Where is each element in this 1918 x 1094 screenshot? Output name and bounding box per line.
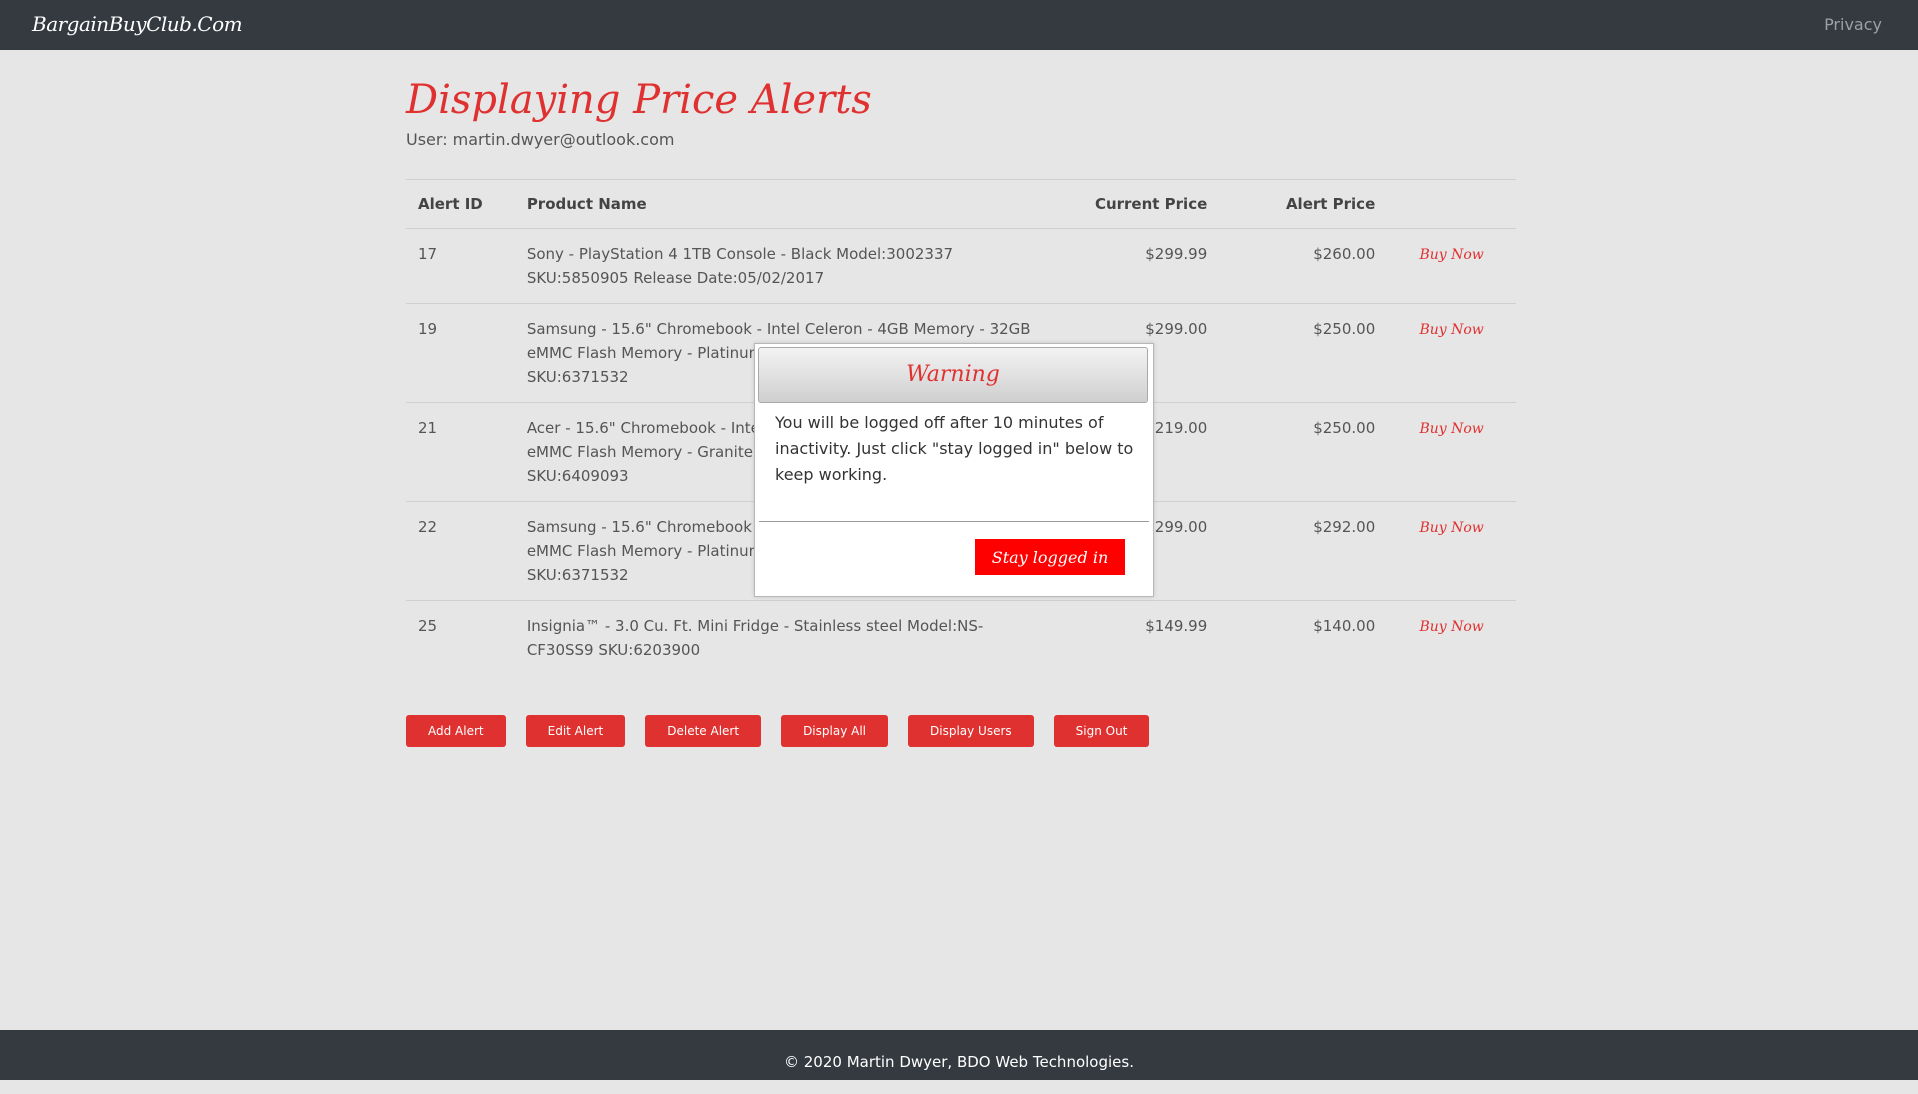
buy-now-cell: Buy Now <box>1387 228 1516 304</box>
header-current-price: Current Price <box>1051 179 1220 229</box>
table-row: 17 Sony - PlayStation 4 1TB Console - Bl… <box>406 228 1516 304</box>
alert-price-cell: $292.00 <box>1219 501 1388 601</box>
buy-now-link[interactable]: Buy Now <box>1419 619 1483 635</box>
alert-id-cell: 17 <box>406 228 515 304</box>
current-price-cell: $149.99 <box>1051 600 1220 675</box>
dialog-title: Warning <box>906 362 1000 387</box>
alert-id-cell: 21 <box>406 402 515 502</box>
buy-now-cell: Buy Now <box>1387 303 1516 403</box>
alert-price-cell: $250.00 <box>1219 303 1388 403</box>
product-name-cell: Sony - PlayStation 4 1TB Console - Black… <box>514 228 1052 304</box>
edit-alert-button[interactable]: Edit Alert <box>525 715 626 747</box>
add-alert-button[interactable]: Add Alert <box>406 715 506 747</box>
current-price-cell: $299.99 <box>1051 228 1220 304</box>
buy-now-cell: Buy Now <box>1387 501 1516 601</box>
brand-logo-link[interactable]: BargainBuyClub.Com <box>32 12 243 36</box>
display-all-button[interactable]: Display All <box>781 715 888 747</box>
display-users-button[interactable]: Display Users <box>908 715 1034 747</box>
action-button-row: Add Alert Edit Alert Delete Alert Displa… <box>406 715 1516 747</box>
header-alert-id: Alert ID <box>406 179 515 229</box>
privacy-link[interactable]: Privacy <box>1824 15 1882 34</box>
top-navbar: BargainBuyClub.Com Privacy <box>0 0 1918 50</box>
dialog-divider <box>759 521 1149 522</box>
table-row: 25 Insignia™ - 3.0 Cu. Ft. Mini Fridge -… <box>406 600 1516 675</box>
user-email-label: User: martin.dwyer@outlook.com <box>406 130 675 149</box>
footer-copyright: © 2020 Martin Dwyer, BDO Web Technologie… <box>784 1053 1134 1071</box>
alert-id-cell: 22 <box>406 501 515 601</box>
footer: © 2020 Martin Dwyer, BDO Web Technologie… <box>0 1030 1918 1080</box>
alert-price-cell: $140.00 <box>1219 600 1388 675</box>
sign-out-button[interactable]: Sign Out <box>1053 715 1150 747</box>
page-title: Displaying Price Alerts <box>406 77 872 123</box>
buy-now-link[interactable]: Buy Now <box>1419 520 1483 536</box>
stay-logged-in-button[interactable]: Stay logged in <box>975 539 1125 575</box>
alert-id-cell: 25 <box>406 600 515 675</box>
alert-price-cell: $260.00 <box>1219 228 1388 304</box>
dialog-message: You will be logged off after 10 minutes … <box>775 413 1134 484</box>
product-name-cell: Insignia™ - 3.0 Cu. Ft. Mini Fridge - St… <box>514 600 1052 675</box>
buy-now-link[interactable]: Buy Now <box>1419 247 1483 263</box>
header-alert-price: Alert Price <box>1219 179 1388 229</box>
alert-price-cell: $250.00 <box>1219 402 1388 502</box>
buy-now-link[interactable]: Buy Now <box>1419 421 1483 437</box>
header-action <box>1387 179 1516 229</box>
buy-now-link[interactable]: Buy Now <box>1419 322 1483 338</box>
buy-now-cell: Buy Now <box>1387 402 1516 502</box>
buy-now-cell: Buy Now <box>1387 600 1516 675</box>
table-header-row: Alert ID Product Name Current Price Aler… <box>406 179 1516 229</box>
dialog-header: Warning <box>758 347 1148 403</box>
header-product-name: Product Name <box>514 179 1052 229</box>
delete-alert-button[interactable]: Delete Alert <box>645 715 762 747</box>
alert-id-cell: 19 <box>406 303 515 403</box>
session-warning-dialog: Warning You will be logged off after 10 … <box>754 343 1154 597</box>
